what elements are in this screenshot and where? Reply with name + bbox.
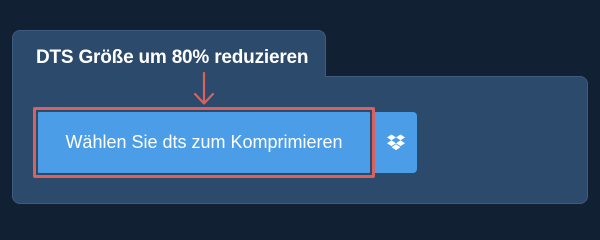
choose-file-button[interactable]: Wählen Sie dts zum Komprimieren: [38, 112, 370, 173]
panel-seam: [13, 74, 325, 78]
dropbox-button[interactable]: [375, 112, 417, 173]
panel-title: DTS Größe um 80% reduzieren: [36, 47, 309, 68]
pointer-arrow-icon: [193, 72, 215, 105]
dropbox-icon: [387, 134, 405, 150]
